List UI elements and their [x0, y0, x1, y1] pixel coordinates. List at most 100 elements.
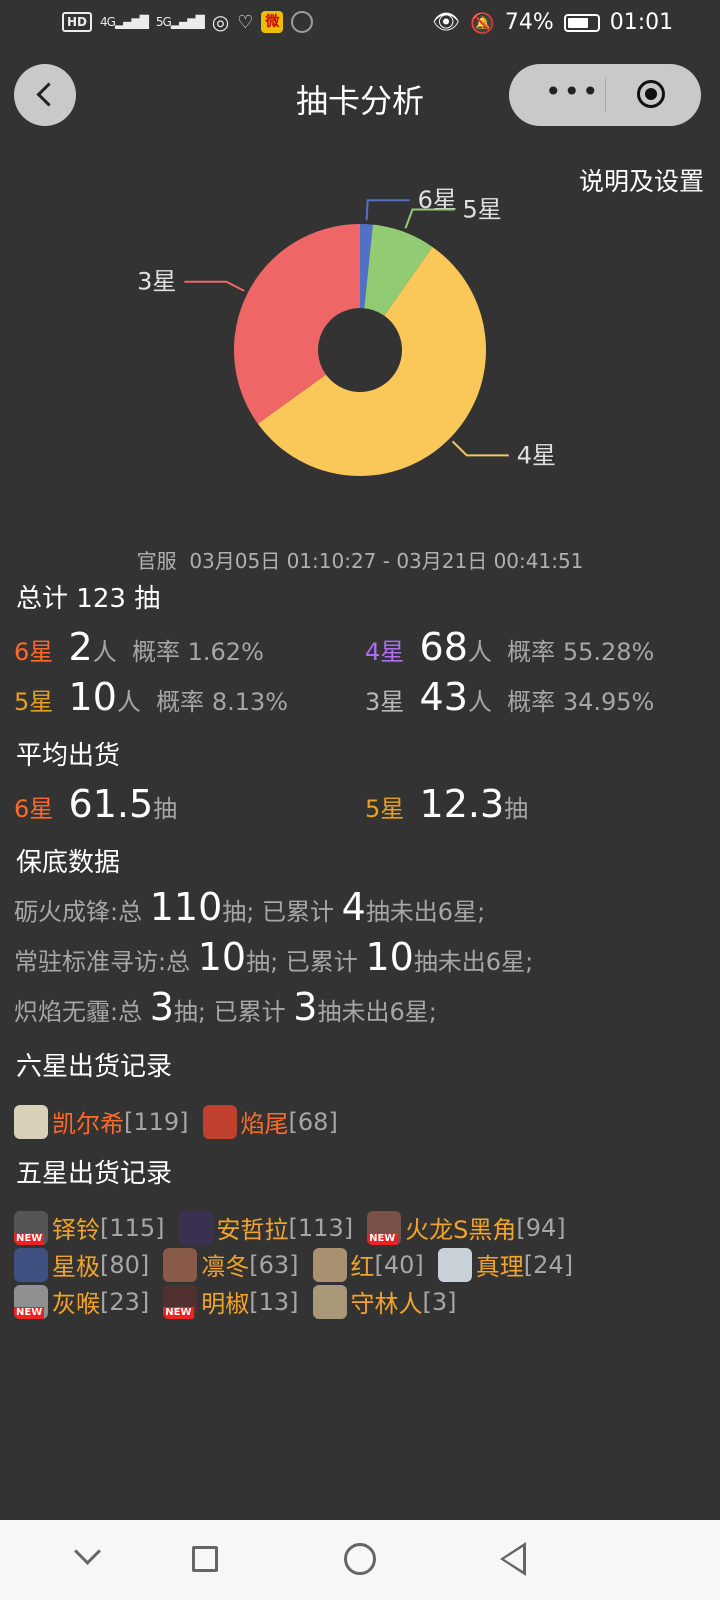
operator-name: 火龙S黑角 — [405, 1216, 517, 1244]
pie-leader-line — [365, 199, 410, 221]
five-records-title: 五星出货记录 — [16, 1159, 173, 1189]
operator-avatar: NEW — [367, 1210, 402, 1245]
operator-avatar — [14, 1247, 48, 1282]
five-records-row: NEW 灰喉 [23] NEW 明椒 [13] 守林人 [3] — [14, 1284, 471, 1319]
average-title: 平均出货 — [16, 741, 121, 771]
status-right: 👁 🔕 74% 01:01 — [432, 10, 673, 35]
operator-name: 真理 — [475, 1253, 524, 1281]
more-icon[interactable]: ••• — [545, 78, 601, 106]
total-title: 总计 123 抽 — [16, 584, 161, 614]
pity-row: 常驻标准寻访:总 10抽; 已累计 10抽未出6星; — [14, 935, 534, 979]
rarity-pie-chart: 6星 5星4星3星 — [137, 186, 556, 476]
operator-pull-count: [23] — [100, 1287, 150, 1316]
mute-bell-icon: 🔕 — [469, 10, 495, 35]
pity-row: 炽焰无霾:总 3抽; 已累计 3抽未出6星; — [14, 985, 437, 1029]
operator-name: 红 — [350, 1253, 375, 1281]
server-time-range: 官服 03月05日 01:10:27 - 03月21日 00:41:51 — [0, 545, 720, 574]
operator-name: 安哲拉 — [216, 1216, 289, 1244]
operator-pull-count: [94] — [516, 1213, 566, 1242]
operator-pull-count: [115] — [100, 1213, 165, 1242]
operator-item: NEW 铎铃 [115] — [14, 1210, 165, 1245]
loading-ring-icon — [291, 11, 314, 33]
operator-name: 明椒 — [201, 1290, 250, 1318]
operator-avatar: NEW — [14, 1210, 48, 1245]
operator-pull-count: [63] — [249, 1250, 299, 1279]
pie-label: 5星 — [463, 195, 502, 223]
server-name: 官服 — [136, 549, 177, 573]
weibo-icon: 微 — [261, 11, 284, 33]
avg-5star: 5星 12.3抽 — [365, 782, 529, 826]
operator-item: 红 [40] — [312, 1247, 424, 1282]
eye-icon: 👁 — [432, 10, 460, 35]
nfc-icon: ♡ — [237, 11, 254, 33]
pie-label: 3星 — [137, 268, 176, 296]
operator-item: 凯尔希 [119] — [14, 1104, 189, 1139]
five-records-row: NEW 铎铃 [115] 安哲拉 [113] NEW 火龙S黑角 [94] — [14, 1210, 580, 1245]
pie-leader-line — [451, 440, 509, 457]
stat-3star: 3星 43人 概率 34.95% — [365, 675, 655, 719]
new-badge: NEW — [367, 1232, 398, 1245]
close-miniapp-icon[interactable] — [637, 80, 665, 108]
operator-pull-count: [40] — [374, 1250, 424, 1279]
battery-icon — [563, 13, 600, 32]
operator-pull-count: [24] — [523, 1250, 574, 1279]
operator-name: 凛冬 — [201, 1253, 250, 1281]
stat-5star: 5星 10人 概率 8.13% — [14, 675, 289, 719]
clock: 01:01 — [609, 10, 674, 35]
stat-6star: 6星 2人 概率 1.62% — [14, 625, 264, 669]
recent-apps-icon[interactable] — [192, 1546, 218, 1572]
six-records-list: 凯尔希 [119] 焰尾 [68] — [14, 1104, 352, 1139]
operator-avatar — [312, 1247, 347, 1282]
signal-5g-icon: 5G▂▄▆█ — [155, 15, 205, 29]
operator-pull-count: [80] — [100, 1250, 150, 1279]
chevron-down-icon[interactable] — [74, 1538, 101, 1565]
five-records-row: 星极 [80] 凛冬 [63] 红 [40] 真理 [24] — [14, 1247, 587, 1282]
status-bar: HD 4G▂▄▆█ 5G▂▄▆█ ◎ ♡ 微 👁 🔕 74% 01:01 — [0, 0, 720, 50]
operator-item: 守林人 [3] — [312, 1284, 457, 1319]
operator-item: NEW 火龙S黑角 [94] — [367, 1210, 566, 1245]
six-records-title: 六星出货记录 — [16, 1052, 173, 1082]
total-count: 123 — [76, 584, 126, 614]
operator-item: NEW 灰喉 [23] — [14, 1284, 149, 1319]
operator-avatar — [163, 1247, 198, 1282]
pity-row: 砺火成锋:总 110抽; 已累计 4抽未出6星; — [14, 885, 486, 929]
operator-avatar — [312, 1284, 347, 1319]
operator-item: 星极 [80] — [14, 1247, 149, 1282]
new-badge: NEW — [14, 1306, 45, 1319]
operator-pull-count: [13] — [249, 1287, 299, 1316]
hd-icon: HD — [62, 12, 93, 32]
operator-pull-count: [3] — [422, 1287, 457, 1316]
operator-pull-count: [113] — [288, 1213, 354, 1242]
operator-avatar: NEW — [163, 1284, 198, 1319]
operator-avatar — [14, 1104, 48, 1139]
stat-4star: 4星 68人 概率 55.28% — [365, 625, 655, 669]
battery-percent: 74% — [504, 10, 554, 35]
pity-title: 保底数据 — [16, 848, 121, 878]
operator-avatar — [437, 1247, 472, 1282]
operator-name: 星极 — [52, 1253, 100, 1281]
operator-item: 安哲拉 [113] — [178, 1210, 354, 1245]
back-triangle-icon[interactable] — [500, 1542, 526, 1576]
operator-item: 真理 [24] — [437, 1247, 574, 1282]
home-icon[interactable] — [344, 1543, 376, 1575]
operator-avatar — [202, 1104, 237, 1139]
system-nav-bar — [0, 1520, 720, 1600]
avg-6star: 6星 61.5抽 — [14, 782, 178, 826]
operator-name: 灰喉 — [52, 1290, 100, 1318]
operator-item: 凛冬 [63] — [163, 1247, 299, 1282]
time-range: 03月05日 01:10:27 - 03月21日 00:41:51 — [189, 549, 584, 573]
status-left: HD 4G▂▄▆█ 5G▂▄▆█ ◎ ♡ 微 — [62, 10, 314, 34]
miniapp-capsule: ••• — [509, 64, 701, 126]
operator-item: NEW 明椒 [13] — [163, 1284, 299, 1319]
operator-name: 守林人 — [350, 1290, 423, 1318]
pie-label: 4星 — [517, 441, 556, 469]
operator-item: 焰尾 [68] — [202, 1104, 338, 1139]
operator-avatar: NEW — [14, 1284, 48, 1319]
operator-name: 铎铃 — [52, 1216, 100, 1244]
new-badge: NEW — [14, 1232, 45, 1245]
signal-4g-icon: 4G▂▄▆█ — [100, 15, 149, 29]
hotspot-icon: ◎ — [211, 10, 230, 34]
new-badge: NEW — [163, 1306, 194, 1319]
pie-leader-line — [184, 280, 245, 292]
capsule-divider — [605, 78, 606, 112]
